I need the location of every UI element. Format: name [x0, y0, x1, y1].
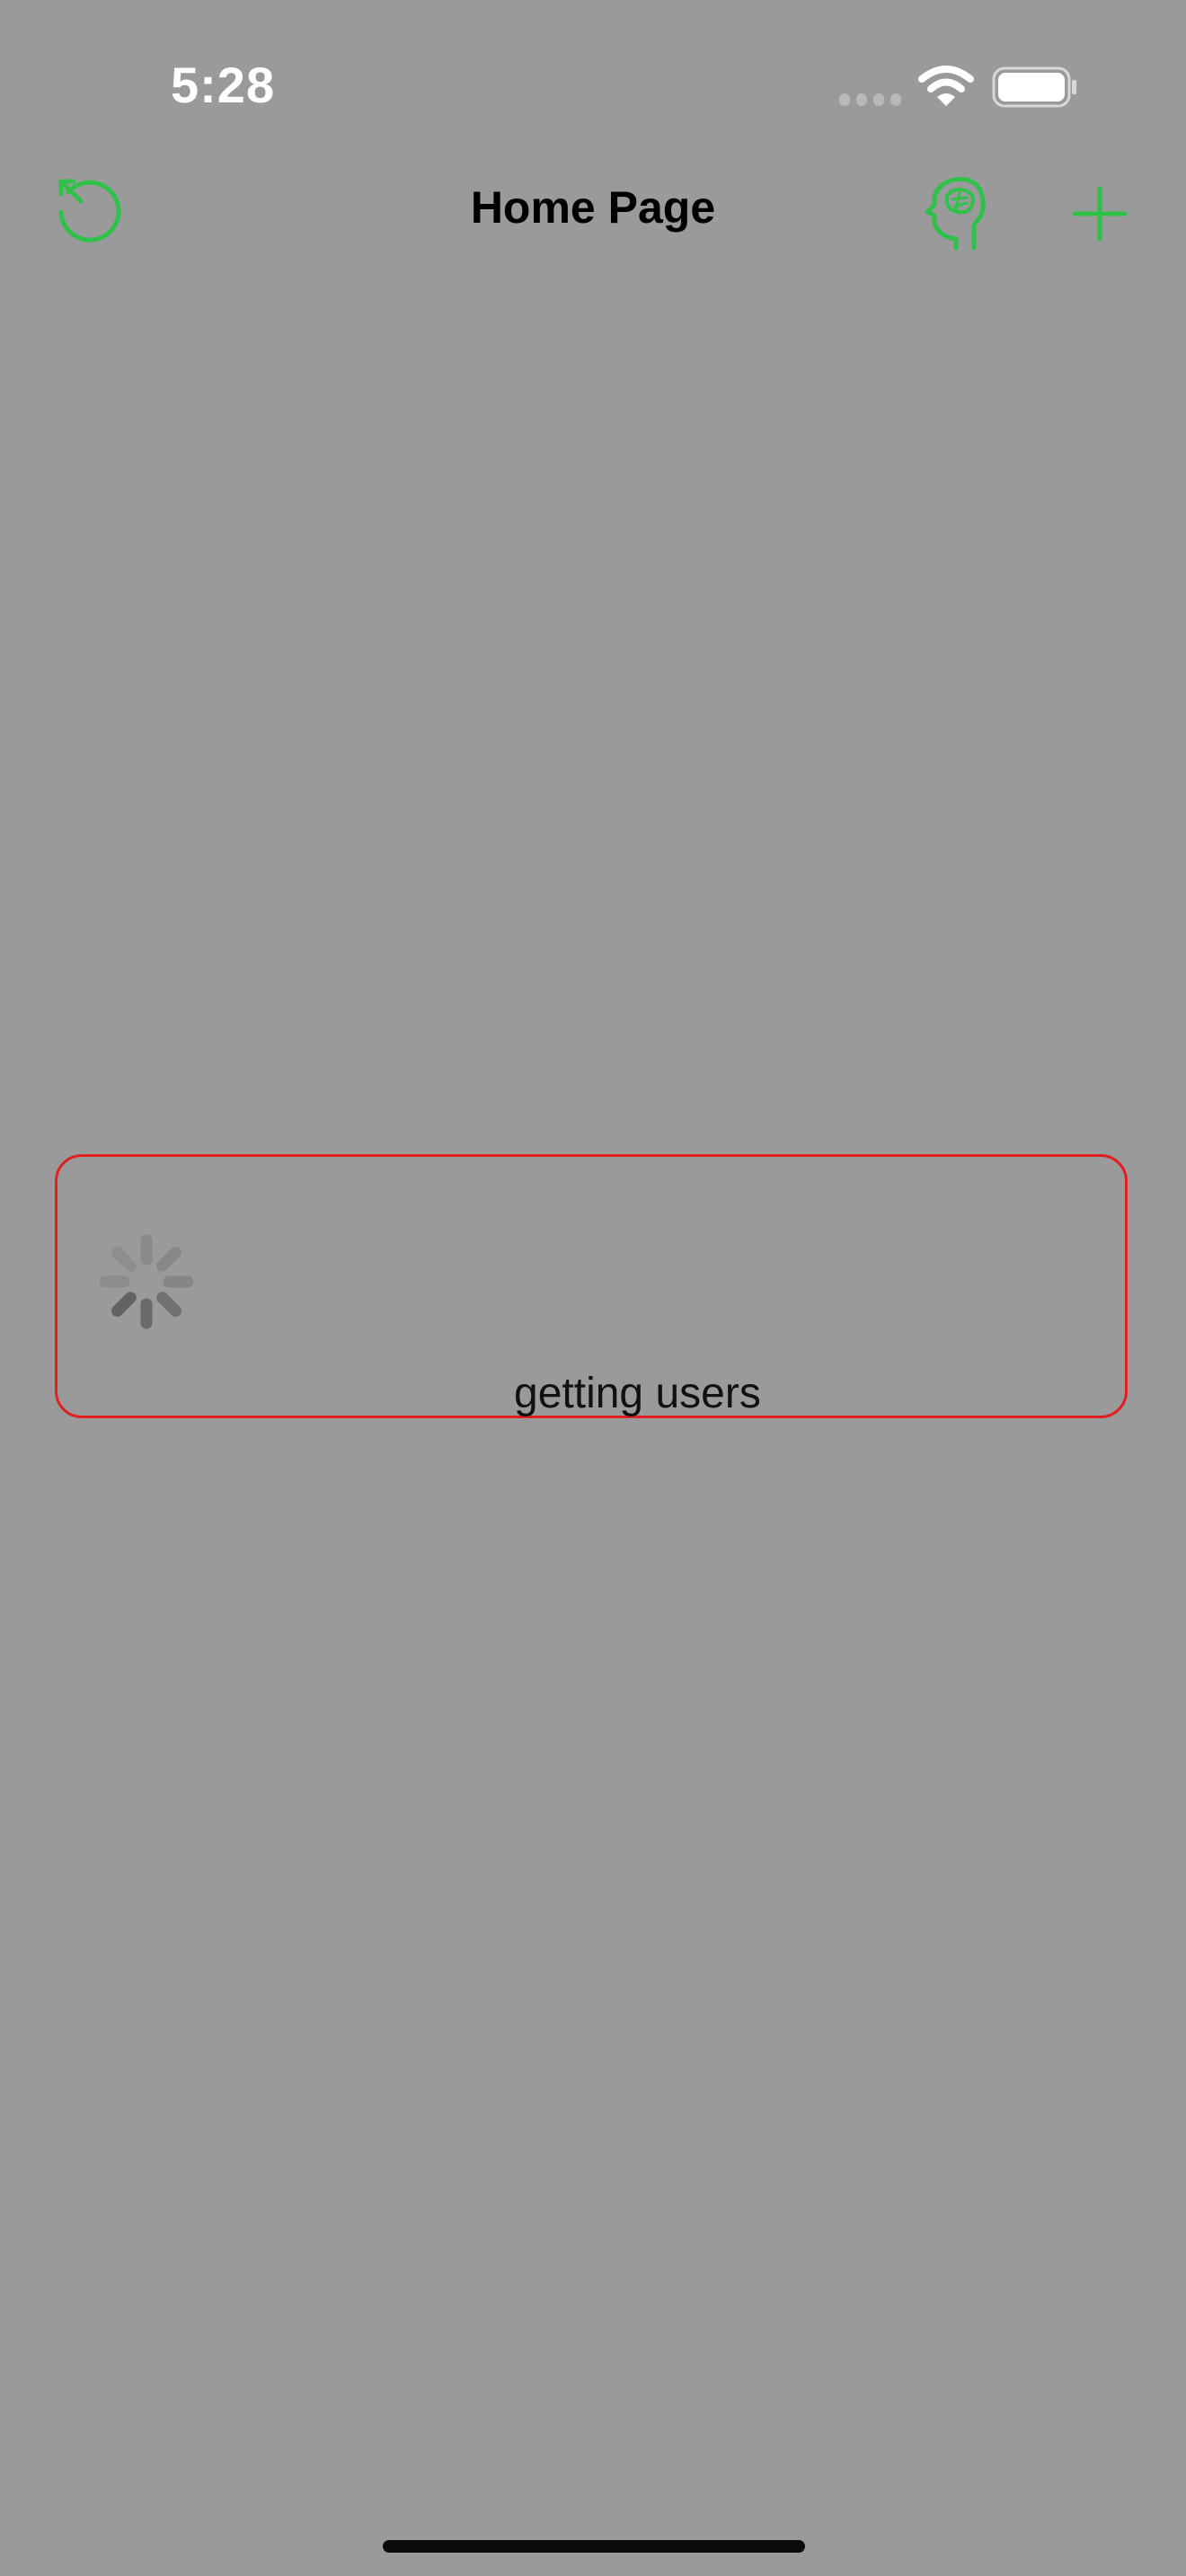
add-button[interactable]	[1066, 180, 1134, 248]
page-title: Home Page	[470, 182, 716, 233]
brain-head-icon	[925, 176, 986, 251]
cellular-signal-icon	[839, 93, 901, 106]
status-time: 5:28	[171, 57, 276, 113]
wifi-icon	[918, 66, 974, 106]
loading-card: getting users	[55, 1154, 1128, 1418]
home-screen: 5:28 Home Page getting users	[0, 0, 1186, 2576]
loading-message: getting users	[514, 1370, 761, 1417]
battery-icon	[992, 66, 1076, 108]
activity-spinner-icon	[99, 1234, 194, 1329]
home-indicator[interactable]	[383, 2540, 805, 2553]
brain-button[interactable]	[916, 172, 992, 251]
plus-icon	[1072, 186, 1128, 242]
